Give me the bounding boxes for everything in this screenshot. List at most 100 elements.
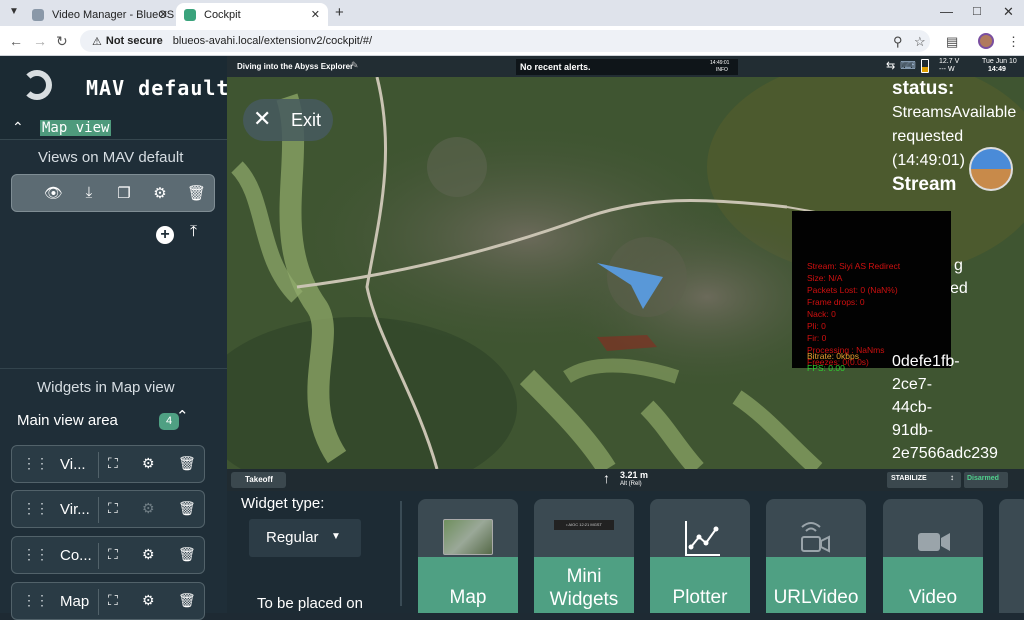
placed-on-label: To be placed on	[257, 595, 363, 612]
alert-level: INFO	[716, 67, 728, 73]
takeoff-label: Takeoff	[245, 475, 273, 484]
exit-label: Exit	[291, 110, 322, 130]
warning-icon: ⚠	[92, 35, 102, 48]
view-card[interactable]: 👁 ⤓ ❐ ⚙ 🗑	[11, 174, 215, 212]
status-line: requested	[892, 128, 964, 145]
tab-video-manager[interactable]: Video Manager - BlueOS ✕	[24, 3, 176, 26]
trash-icon[interactable]: 🗑	[178, 592, 196, 609]
tile-label: Plotter	[650, 557, 750, 613]
satellite-map[interactable]: ✕ Exit status: StreamsAvailable requeste…	[227, 77, 1024, 469]
widget-card[interactable]: ⋮⋮ Map ⛶ ⚙ 🗑	[11, 582, 205, 620]
exit-button[interactable]: ✕ Exit	[243, 99, 333, 141]
altitude-arrow-icon: ↑	[603, 470, 610, 486]
tile-label-text: Mini Widgets	[549, 566, 619, 610]
close-tab-icon[interactable]: ✕	[159, 8, 168, 21]
drag-handle-icon[interactable]: ⋮⋮	[22, 455, 49, 472]
widget-tile-urlvideo[interactable]: URLVideo	[766, 499, 866, 613]
altitude-value: 3.21 m	[620, 470, 649, 480]
fullscreen-icon[interactable]: ⛶	[108, 546, 118, 563]
widget-picker-panel: Widget type: Regular ▼ To be placed on M…	[227, 491, 1024, 613]
minimize-window-icon[interactable]: —	[940, 4, 953, 19]
maximize-window-icon[interactable]: □	[973, 3, 981, 18]
flight-mode-select[interactable]: STABILIZE ↕	[887, 472, 961, 488]
stats-line: Pli: 0	[807, 321, 826, 331]
alert-time: 14:49:01	[710, 60, 730, 66]
battery-icon	[921, 59, 929, 73]
close-tab-icon[interactable]: ✕	[311, 8, 320, 21]
arm-state-badge[interactable]: Disarmed	[964, 472, 1008, 488]
tab-cockpit[interactable]: Cockpit ✕	[176, 3, 328, 26]
widgets-title: Widgets in Map view	[37, 379, 175, 396]
collapse-chevron-icon[interactable]: ⌃	[12, 119, 24, 136]
fps-readout: FPS: 0.00	[807, 363, 845, 373]
stream-stats-overlay: Stream: Siyi AS Redirect Size: N/A Packe…	[792, 211, 951, 368]
gear-icon[interactable]: ⚙	[142, 546, 155, 563]
widget-card[interactable]: ⋮⋮ Co... ⛶ ⚙ 🗑	[11, 536, 205, 574]
cockpit-logo-icon	[22, 70, 52, 100]
edit-pencil-icon[interactable]: ✎	[351, 60, 359, 71]
stats-line: Frame drops: 0	[807, 297, 865, 307]
widget-tile-partial[interactable]	[999, 499, 1024, 613]
tile-label-text: URLVideo	[773, 587, 859, 608]
fullscreen-icon[interactable]: ⛶	[108, 500, 118, 517]
widget-type-select[interactable]: Regular ▼	[249, 519, 361, 557]
widget-card[interactable]: ⋮⋮ Vir... ⛶ ⚙ 🗑	[11, 490, 205, 528]
add-view-button[interactable]: +	[156, 226, 174, 244]
trash-icon[interactable]: 🗑	[178, 546, 196, 563]
views-title: Views on MAV default	[38, 149, 184, 166]
map-thumbnail-icon	[443, 519, 493, 555]
gear-icon[interactable]: ⚙	[151, 184, 169, 202]
upload-icon[interactable]: ⤒	[190, 223, 197, 241]
tile-label: URLVideo	[766, 557, 866, 613]
current-view-row[interactable]: ⌃ Map view	[0, 118, 227, 140]
tile-label-text: Plotter	[672, 587, 728, 608]
stats-line: Fir: 0	[807, 333, 827, 343]
status-fragment: g	[954, 257, 963, 274]
eye-icon[interactable]: 👁	[44, 184, 63, 202]
drag-handle-icon[interactable]: ⋮⋮	[22, 546, 49, 563]
download-icon[interactable]: ⤓	[80, 184, 98, 202]
gear-icon[interactable]: ⚙	[142, 455, 155, 472]
trash-icon[interactable]: 🗑	[178, 500, 196, 517]
vehicle-heading-arrow-icon	[597, 263, 663, 309]
mission-name[interactable]: Diving into the Abyss Explorer	[237, 62, 353, 71]
close-window-icon[interactable]: ✕	[1003, 4, 1014, 20]
dropdown-arrow-icon: ▼	[331, 531, 341, 542]
copy-icon[interactable]: ❐	[115, 184, 133, 202]
status-fragment: ed	[950, 280, 968, 297]
trash-icon[interactable]: 🗑	[187, 184, 206, 202]
drag-handle-icon[interactable]: ⋮⋮	[22, 500, 49, 517]
tab-list-chevron-icon[interactable]: ▼	[9, 6, 19, 17]
address-bar[interactable]: ⚠ Not secure blueos-avahi.local/extensio…	[80, 30, 930, 52]
current-view-name: Map view	[40, 120, 112, 136]
trash-icon[interactable]: 🗑	[178, 455, 196, 472]
profile-avatar[interactable]	[978, 33, 994, 49]
alerts-box[interactable]: No recent alerts. 14:49:01 INFO	[516, 59, 738, 75]
widget-tile-plotter[interactable]: Plotter	[650, 499, 750, 613]
browser-menu-icon[interactable]: ⋮	[1007, 34, 1020, 50]
fullscreen-icon[interactable]: ⛶	[108, 592, 118, 609]
attitude-indicator	[969, 147, 1013, 191]
tab-title: Cockpit	[204, 8, 241, 21]
widget-card[interactable]: ⋮⋮ Vi... ⛶ ⚙ 🗑	[11, 445, 205, 483]
drag-handle-icon[interactable]: ⋮⋮	[22, 592, 49, 609]
takeoff-button[interactable]: Takeoff	[231, 472, 286, 488]
back-icon[interactable]: ←	[9, 33, 23, 49]
extensions-icon[interactable]: ▤	[946, 34, 958, 50]
cockpit-main-view: Diving into the Abyss Explorer ✎ No rece…	[227, 56, 1024, 613]
arm-state-label: Disarmed	[967, 475, 999, 482]
bookmark-star-icon[interactable]: ☆	[914, 34, 926, 50]
collapse-area-chevron-icon[interactable]: ⌃	[176, 407, 189, 425]
status-heading: status:	[892, 78, 955, 99]
fullscreen-icon[interactable]: ⛶	[108, 455, 118, 472]
flight-mode-value: STABILIZE	[891, 475, 927, 482]
forward-icon[interactable]: →	[33, 33, 47, 49]
widget-tile-video[interactable]: Video	[883, 499, 983, 613]
new-tab-icon[interactable]: +	[335, 4, 344, 21]
reload-icon[interactable]: ↻	[56, 33, 68, 50]
sync-icon: ⇆	[886, 60, 896, 72]
zoom-icon[interactable]: ⚲	[893, 34, 903, 50]
gear-icon[interactable]: ⚙	[142, 592, 155, 609]
widget-tile-map[interactable]: Map	[418, 499, 518, 613]
widget-tile-mini-widgets[interactable]: • AIOC 12:21 MGST Mini Widgets	[534, 499, 634, 613]
